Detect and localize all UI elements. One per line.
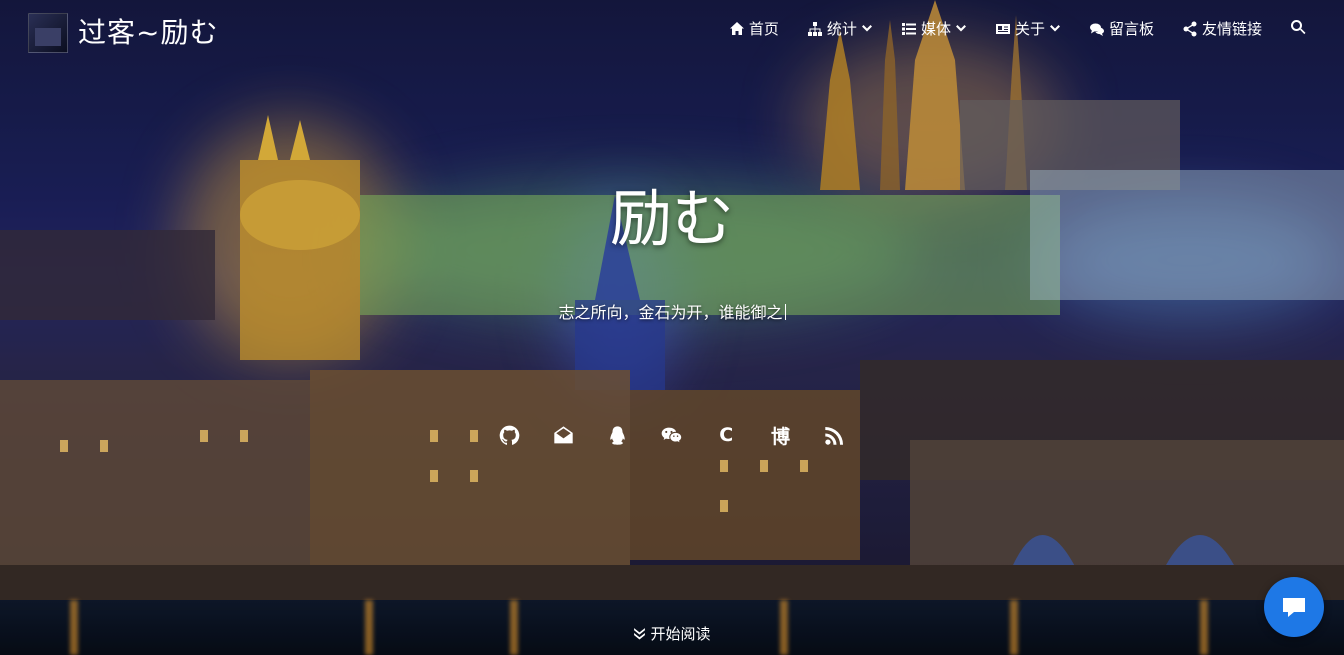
wechat-link[interactable]: [645, 420, 699, 450]
hero-background: [0, 0, 1344, 655]
main-nav: 首页 统计 媒体 关于 留言板 友情链接: [729, 18, 1306, 39]
chat-button[interactable]: [1264, 577, 1324, 637]
social-links: C 博: [482, 420, 862, 450]
brand[interactable]: 过客~励む: [28, 13, 218, 53]
home-icon: [729, 21, 744, 35]
sitemap-icon: [807, 21, 822, 36]
search-icon: [1291, 19, 1306, 34]
nav-item-friend-links[interactable]: 友情链接: [1182, 18, 1262, 39]
envelope-icon: [554, 425, 573, 443]
id-card-icon: [995, 23, 1010, 34]
nav-item-label: 首页: [748, 20, 779, 38]
chevron-down-icon: [955, 24, 966, 31]
double-chevron-down-icon: [634, 628, 646, 640]
site-title[interactable]: 过客~励む: [78, 14, 218, 52]
list-icon: [901, 22, 916, 35]
hero-subtitle: 志之所向，金石为开，谁能御之: [0, 299, 1344, 323]
nav-item-label: 关于: [1014, 20, 1045, 38]
qq-link[interactable]: [591, 420, 645, 450]
blog-link[interactable]: 博: [753, 420, 807, 450]
csdn-link[interactable]: C: [699, 420, 753, 450]
chat-bubble-icon: [1283, 598, 1305, 617]
start-reading-label: 开始阅读: [650, 625, 711, 643]
site-avatar[interactable]: [28, 13, 68, 53]
typing-cursor: [784, 304, 786, 320]
github-link[interactable]: [482, 420, 536, 450]
chevron-down-icon: [861, 24, 872, 31]
site-header: 过客~励む 首页 统计 媒体 关于 留言板 友情链接: [0, 0, 1344, 58]
nav-item-label: 统计: [826, 20, 857, 38]
github-icon: [499, 425, 519, 445]
rss-icon: [825, 426, 844, 445]
nav-item-label: 友情链接: [1201, 20, 1262, 38]
nav-item-label: 留言板: [1108, 20, 1154, 38]
share-icon: [1183, 21, 1197, 36]
nav-item-guestbook[interactable]: 留言板: [1089, 18, 1154, 39]
nav-item-label: 媒体: [920, 20, 951, 38]
nav-item-home[interactable]: 首页: [729, 18, 779, 39]
email-link[interactable]: [536, 420, 590, 450]
nav-item-media[interactable]: 媒体: [901, 18, 967, 39]
nav-item-about[interactable]: 关于: [995, 18, 1061, 39]
wechat-icon: [662, 427, 682, 442]
nav-item-stats[interactable]: 统计: [807, 18, 873, 39]
rss-link[interactable]: [808, 420, 862, 450]
hero-subtitle-text: 志之所向，金石为开，谁能御之: [558, 303, 783, 322]
qq-icon: [610, 425, 625, 445]
comments-icon: [1089, 23, 1104, 36]
chevron-down-icon: [1049, 24, 1060, 31]
search-button[interactable]: [1290, 19, 1306, 39]
start-reading-link[interactable]: 开始阅读: [0, 623, 1344, 644]
hero-title: 励む: [609, 182, 734, 255]
